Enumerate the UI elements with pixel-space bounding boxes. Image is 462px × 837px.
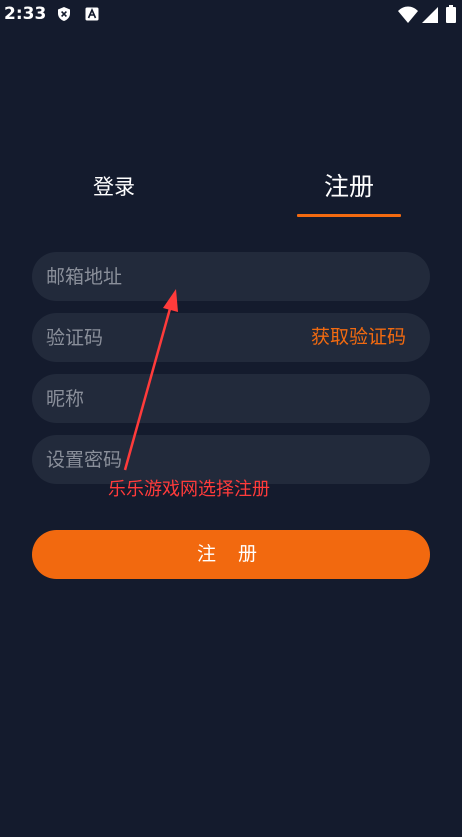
status-time: 2:33 [4,4,47,24]
wifi-icon [398,6,418,24]
status-bar: 2:33 [0,0,462,30]
email-input[interactable] [46,252,296,301]
annotation-text: 乐乐游戏网选择注册 [108,479,270,500]
tab-register[interactable]: 注册 [297,170,401,204]
shield-icon [57,7,71,21]
tab-login[interactable]: 登录 [64,170,164,204]
battery-icon [446,5,456,23]
email-field-container [32,252,430,301]
register-button[interactable]: 注 册 [32,530,430,579]
verification-code-input[interactable] [46,313,296,362]
nickname-input[interactable] [46,374,296,423]
a-icon [85,7,99,21]
nickname-field-container [32,374,430,423]
get-code-button[interactable]: 获取验证码 [311,313,406,362]
code-field-container: 获取验证码 [32,313,430,362]
signal-icon [422,7,438,23]
active-tab-indicator [297,214,401,217]
